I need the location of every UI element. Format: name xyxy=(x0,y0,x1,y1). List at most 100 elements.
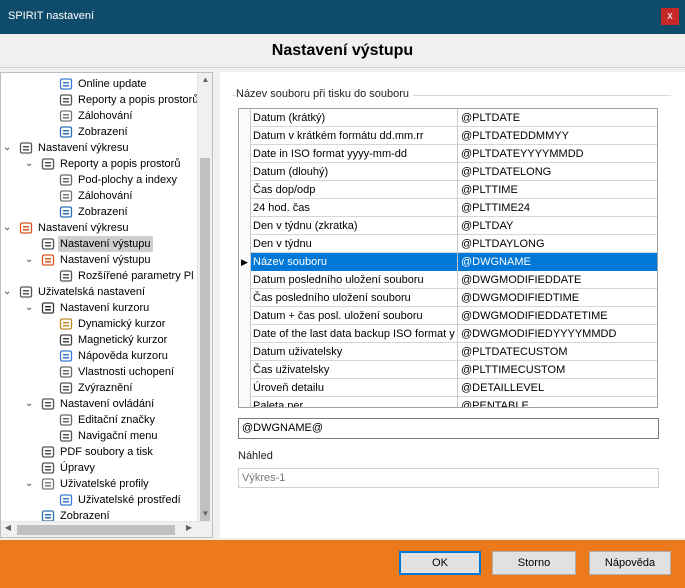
row-selector[interactable] xyxy=(239,217,251,235)
tree-item[interactable]: Editační značky xyxy=(1,412,197,428)
settings-tree[interactable]: Online update Reporty a popis prostorů Zál… xyxy=(0,72,213,538)
tree-item[interactable]: PDF soubory a tisk xyxy=(1,444,197,460)
scroll-left-icon[interactable]: ◀ xyxy=(1,523,15,532)
tree-vertical-scrollbar[interactable]: ▲ ▼ xyxy=(197,73,212,537)
tree-item[interactable]: Vlastnosti uchopení xyxy=(1,364,197,380)
row-selector[interactable] xyxy=(239,307,251,325)
grid-cell-code[interactable]: @PLTDATE xyxy=(458,109,657,127)
grid-cell-code[interactable]: @DWGMODIFIEDDATETIME xyxy=(458,307,657,325)
grid-cell-name[interactable]: Čas dop/odp xyxy=(251,181,458,199)
grid-row[interactable]: Paleta per @PENTABLE xyxy=(239,397,657,407)
vertical-scroll-thumb[interactable] xyxy=(200,158,210,537)
tree-item[interactable]: Zobrazení xyxy=(1,124,197,140)
grid-cell-code[interactable]: @DETAILLEVEL xyxy=(458,379,657,397)
expand-chevron-icon[interactable]: ⌄ xyxy=(25,156,35,172)
ok-button[interactable]: OK xyxy=(399,551,481,575)
grid-cell-name[interactable]: Datum uživatelsky xyxy=(251,343,458,361)
tree-item[interactable]: ⌄ Nastavení ovládání xyxy=(1,396,197,412)
row-selector[interactable] xyxy=(239,181,251,199)
grid-row[interactable]: 24 hod. čas @PLTTIME24 xyxy=(239,199,657,217)
row-selector[interactable] xyxy=(239,145,251,163)
grid-cell-name[interactable]: Den v týdnu (zkratka) xyxy=(251,217,458,235)
horizontal-scroll-thumb[interactable] xyxy=(17,525,175,535)
cancel-button[interactable]: Storno xyxy=(492,551,576,575)
grid-cell-name[interactable]: Datum v krátkém formátu dd.mm.rr xyxy=(251,127,458,145)
expand-chevron-icon[interactable]: ⌄ xyxy=(25,396,35,412)
grid-cell-code[interactable]: @PENTABLE xyxy=(458,397,657,407)
tree-item[interactable]: Magnetický kurzor xyxy=(1,332,197,348)
grid-cell-code[interactable]: @DWGMODIFIEDYYYYMMDD xyxy=(458,325,657,343)
row-selector[interactable] xyxy=(239,235,251,253)
grid-cell-name[interactable]: Název souboru xyxy=(251,253,458,271)
tree-item[interactable]: ⌄ Uživatelské profily xyxy=(1,476,197,492)
grid-cell-name[interactable]: Date of the last data backup ISO format … xyxy=(251,325,458,343)
row-selector[interactable] xyxy=(239,397,251,407)
tree-item[interactable]: Zálohování xyxy=(1,188,197,204)
expand-chevron-icon[interactable]: ⌄ xyxy=(3,220,13,236)
grid-cell-name[interactable]: Date in ISO format yyyy-mm-dd xyxy=(251,145,458,163)
grid-cell-name[interactable]: Datum + čas posl. uložení souboru xyxy=(251,307,458,325)
tree-item[interactable]: Zobrazení xyxy=(1,508,197,521)
grid-row[interactable]: Datum (dlouhý) @PLTDATELONG xyxy=(239,163,657,181)
grid-cell-name[interactable]: Datum (krátký) xyxy=(251,109,458,127)
help-button[interactable]: Nápověda xyxy=(589,551,671,575)
row-selector[interactable] xyxy=(239,343,251,361)
row-selector[interactable] xyxy=(239,361,251,379)
grid-row[interactable]: Datum + čas posl. uložení souboru @DWGMOD… xyxy=(239,307,657,325)
grid-row[interactable]: ▶ Název souboru @DWGNAME xyxy=(239,253,657,271)
row-selector[interactable] xyxy=(239,271,251,289)
row-selector[interactable] xyxy=(239,289,251,307)
grid-row[interactable]: Čas dop/odp @PLTTIME xyxy=(239,181,657,199)
grid-cell-code[interactable]: @PLTDATEYYYYMMDD xyxy=(458,145,657,163)
tree-item[interactable]: Pod-plochy a indexy xyxy=(1,172,197,188)
grid-row[interactable]: Den v týdnu @PLTDAYLONG xyxy=(239,235,657,253)
grid-cell-code[interactable]: @PLTDATEDDMMYY xyxy=(458,127,657,145)
row-selector[interactable] xyxy=(239,199,251,217)
row-selector[interactable] xyxy=(239,127,251,145)
tree-item[interactable]: Zobrazení xyxy=(1,204,197,220)
grid-cell-name[interactable]: Datum (dlouhý) xyxy=(251,163,458,181)
grid-cell-code[interactable]: @PLTDATELONG xyxy=(458,163,657,181)
tree-item[interactable]: ⌄ Nastavení kurzoru xyxy=(1,300,197,316)
grid-row[interactable]: Date in ISO format yyyy-mm-dd @PLTDATEYYY… xyxy=(239,145,657,163)
row-selector[interactable] xyxy=(239,379,251,397)
grid-cell-name[interactable]: Datum posledního uložení souboru xyxy=(251,271,458,289)
grid-cell-code[interactable]: @DWGMODIFIEDDATE xyxy=(458,271,657,289)
grid-cell-code[interactable]: @PLTDAY xyxy=(458,217,657,235)
tree-item[interactable]: Úpravy xyxy=(1,460,197,476)
grid-row[interactable]: Čas uživatelsky @PLTTIMECUSTOM xyxy=(239,361,657,379)
tree-item[interactable]: ⌄ Nastavení výkresu xyxy=(1,220,197,236)
tree-item[interactable]: ⌄ Reporty a popis prostorů xyxy=(1,156,197,172)
grid-row[interactable]: Datum uživatelsky @PLTDATECUSTOM xyxy=(239,343,657,361)
row-selector[interactable] xyxy=(239,109,251,127)
tree-item[interactable]: Nápověda kurzoru xyxy=(1,348,197,364)
grid-row[interactable]: Datum posledního uložení souboru @DWGMODI… xyxy=(239,271,657,289)
tree-item[interactable]: Zálohování xyxy=(1,108,197,124)
grid-cell-name[interactable]: Čas posledního uložení souboru xyxy=(251,289,458,307)
tree-item[interactable]: Navigační menu xyxy=(1,428,197,444)
close-button[interactable]: x xyxy=(661,8,679,25)
scroll-down-icon[interactable]: ▼ xyxy=(198,507,212,521)
grid-cell-name[interactable]: Čas uživatelsky xyxy=(251,361,458,379)
tree-item[interactable]: Reporty a popis prostorů xyxy=(1,92,197,108)
expand-chevron-icon[interactable]: ⌄ xyxy=(25,252,35,268)
row-selector[interactable] xyxy=(239,163,251,181)
tree-item[interactable]: ⌄ Uživatelská nastavení xyxy=(1,284,197,300)
tree-item[interactable]: Nastavení výstupu xyxy=(1,236,197,252)
grid-cell-code[interactable]: @PLTDATECUSTOM xyxy=(458,343,657,361)
grid-cell-code[interactable]: @DWGMODIFIEDTIME xyxy=(458,289,657,307)
scroll-right-icon[interactable]: ▶ xyxy=(182,523,196,532)
grid-cell-name[interactable]: Den v týdnu xyxy=(251,235,458,253)
grid-cell-code[interactable]: @PLTTIMECUSTOM xyxy=(458,361,657,379)
grid-row[interactable]: Den v týdnu (zkratka) @PLTDAY xyxy=(239,217,657,235)
tree-item[interactable]: Uživatelské prostředí xyxy=(1,492,197,508)
expand-chevron-icon[interactable]: ⌄ xyxy=(3,284,13,300)
grid-row[interactable]: Datum (krátký) @PLTDATE xyxy=(239,109,657,127)
tree-horizontal-scrollbar[interactable]: ◀ ▶ xyxy=(1,521,212,537)
tree-item[interactable]: Rozšířené parametry Pl xyxy=(1,268,197,284)
scroll-up-icon[interactable]: ▲ xyxy=(198,73,212,87)
expand-chevron-icon[interactable]: ⌄ xyxy=(25,476,35,492)
tree-item[interactable]: ⌄ Nastavení výkresu xyxy=(1,140,197,156)
grid-cell-name[interactable]: Paleta per xyxy=(251,397,458,407)
grid-cell-name[interactable]: Úroveň detailu xyxy=(251,379,458,397)
